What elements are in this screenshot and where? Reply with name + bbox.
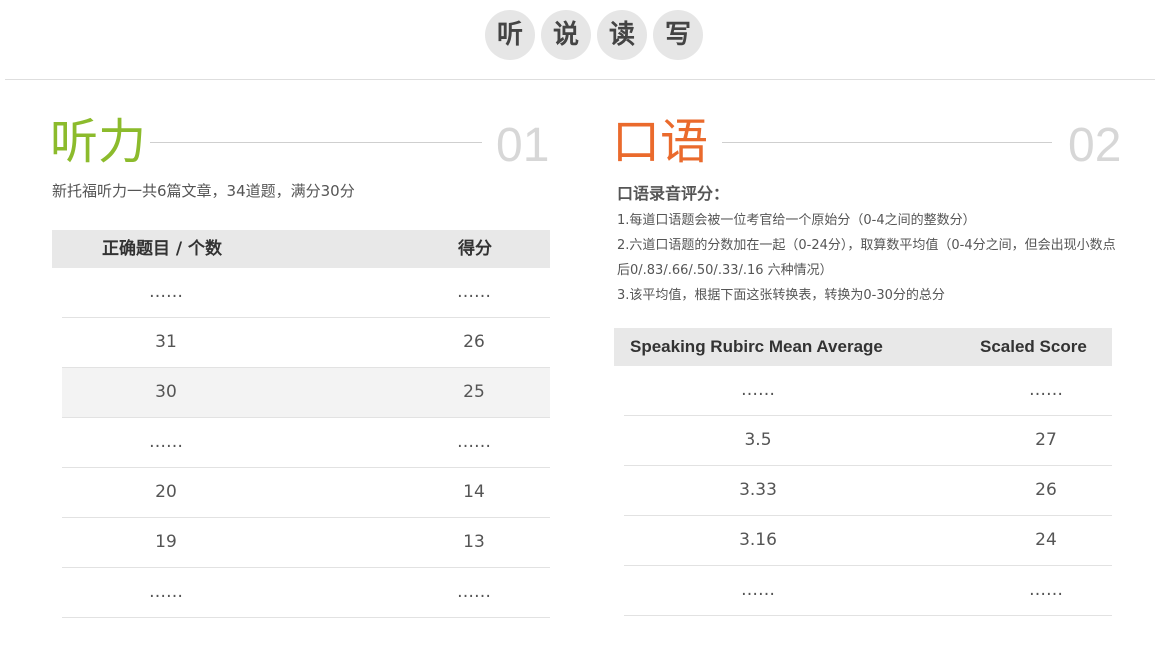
cell-correct: 19 <box>155 532 177 552</box>
listening-title-rule <box>150 142 482 143</box>
header-scaled-score: Scaled Score <box>980 337 1087 356</box>
header-score: 得分 <box>458 239 492 259</box>
cell-mean-average: 3.5 <box>744 430 772 450</box>
cell-correct: …… <box>149 582 183 602</box>
cell-scaled-score: 24 <box>1035 530 1057 550</box>
speaking-rule-3: 3.该平均值，根据下面这张转换表，转换为0-30分的总分 <box>617 288 945 303</box>
tab-listening[interactable]: 听 <box>485 10 535 60</box>
speaking-rules: 1.每道口语题会被一位考官给一个原始分（0-4之间的整数分） 2.六道口语题的分… <box>617 208 1127 308</box>
cell-mean-average: …… <box>741 380 775 400</box>
tab-reading[interactable]: 读 <box>597 10 647 60</box>
cell-scaled-score: 26 <box>1035 480 1057 500</box>
header-correct-count: 正确题目 / 个数 <box>102 239 223 259</box>
cell-score: 26 <box>463 332 485 352</box>
table-header: 正确题目 / 个数 得分 <box>52 230 550 268</box>
cell-score: …… <box>457 582 491 602</box>
cell-score: 13 <box>463 532 485 552</box>
table-row: 31 26 <box>62 318 550 368</box>
speaking-title: 口语 <box>612 114 709 170</box>
cell-mean-average: 3.16 <box>739 530 777 550</box>
speaking-rule-2: 2.六道口语题的分数加在一起（0-24分），取算数平均值（0-4分之间，但会出现… <box>617 238 1116 278</box>
listening-description: 新托福听力一共6篇文章，34道题，满分30分 <box>52 182 355 200</box>
table-row: 3.33 26 <box>624 466 1112 516</box>
listening-number: 01 <box>496 119 550 172</box>
table-row: …… …… <box>62 418 550 468</box>
table-row: …… …… <box>62 568 550 618</box>
cell-correct: …… <box>149 282 183 302</box>
tab-writing[interactable]: 写 <box>653 10 703 60</box>
speaking-rule-1: 1.每道口语题会被一位考官给一个原始分（0-4之间的整数分） <box>617 213 976 228</box>
table-row: 3.16 24 <box>624 516 1112 566</box>
table-header: Speaking Rubirc Mean Average Scaled Scor… <box>614 328 1112 366</box>
table-row: 3.5 27 <box>624 416 1112 466</box>
cell-scaled-score: 27 <box>1035 430 1057 450</box>
top-divider <box>5 79 1155 80</box>
table-row: 19 13 <box>62 518 550 568</box>
table-row: …… …… <box>624 366 1112 416</box>
cell-score: …… <box>457 432 491 452</box>
cell-score: 25 <box>463 382 485 402</box>
speaking-number: 02 <box>1068 119 1122 172</box>
speaking-subtitle: 口语录音评分： <box>617 184 730 203</box>
table-row: 30 25 <box>62 368 550 418</box>
cell-mean-average: …… <box>741 580 775 600</box>
cell-scaled-score: …… <box>1029 580 1063 600</box>
skill-tabs: 听 说 读 写 <box>0 10 1162 60</box>
cell-correct: 30 <box>155 382 177 402</box>
header-mean-average: Speaking Rubirc Mean Average <box>630 337 883 356</box>
table-row: …… …… <box>624 566 1112 616</box>
speaking-score-table: Speaking Rubirc Mean Average Scaled Scor… <box>614 328 1112 616</box>
tab-speaking[interactable]: 说 <box>541 10 591 60</box>
cell-mean-average: 3.33 <box>739 480 777 500</box>
cell-scaled-score: …… <box>1029 380 1063 400</box>
cell-score: 14 <box>463 482 485 502</box>
speaking-title-rule <box>722 142 1052 143</box>
cell-correct: 31 <box>155 332 177 352</box>
listening-title: 听力 <box>50 114 147 170</box>
cell-correct: 20 <box>155 482 177 502</box>
cell-correct: …… <box>149 432 183 452</box>
listening-score-table: 正确题目 / 个数 得分 …… …… 31 26 30 25 …… …… 20 … <box>52 230 550 618</box>
table-row: …… …… <box>62 268 550 318</box>
table-row: 20 14 <box>62 468 550 518</box>
cell-score: …… <box>457 282 491 302</box>
